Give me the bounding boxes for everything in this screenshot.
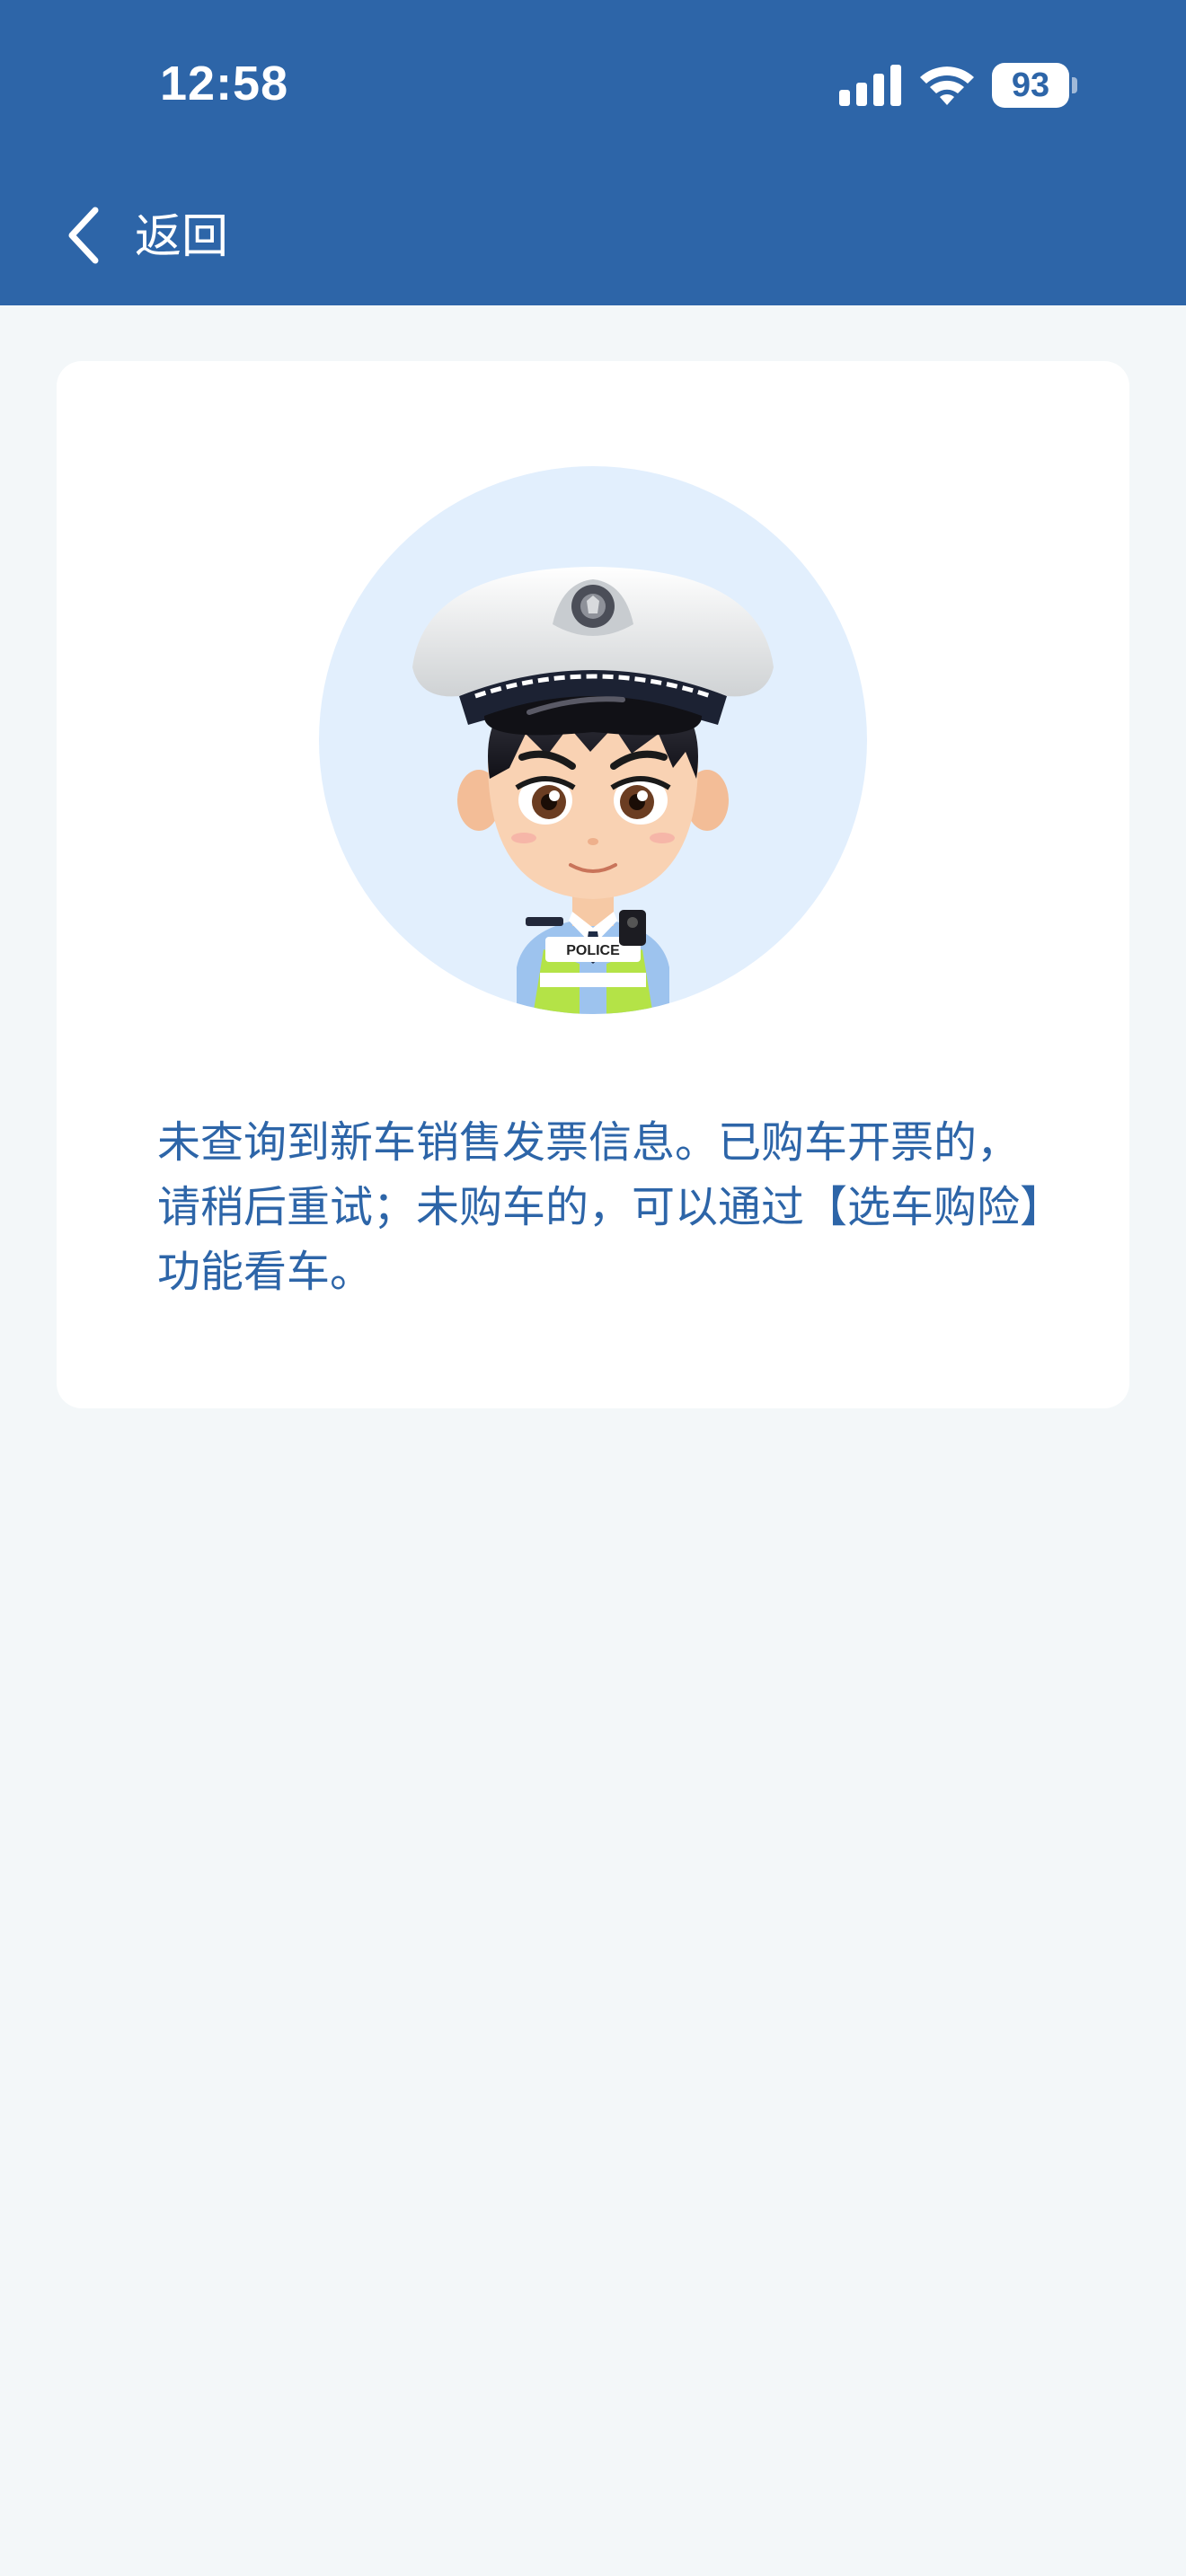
police-officer-avatar: POLICE (319, 466, 867, 1014)
status-time: 12:58 (160, 57, 289, 110)
no-invoice-message: 未查询到新车销售发票信息。已购车开票的，请稍后重试；未购车的，可以通过【选车购险… (157, 1117, 1042, 1297)
back-button[interactable]: 返回 (59, 198, 257, 278)
chevron-left-icon (68, 207, 99, 264)
back-label: 返回 (135, 210, 229, 264)
battery-icon: 93 (992, 63, 1078, 108)
status-bar: 12:58 93 (0, 0, 1186, 180)
battery-level: 93 (1011, 66, 1050, 104)
wifi-icon (920, 66, 974, 105)
app-header: 12:58 93 返回 (0, 0, 1186, 305)
result-card: POLICE 未查询到新车销售发票信息。已购车开票的，请稍后重试；未购车的，可以… (57, 361, 1129, 1408)
police-badge-text: POLICE (566, 943, 620, 958)
cellular-signal-icon (839, 65, 901, 106)
